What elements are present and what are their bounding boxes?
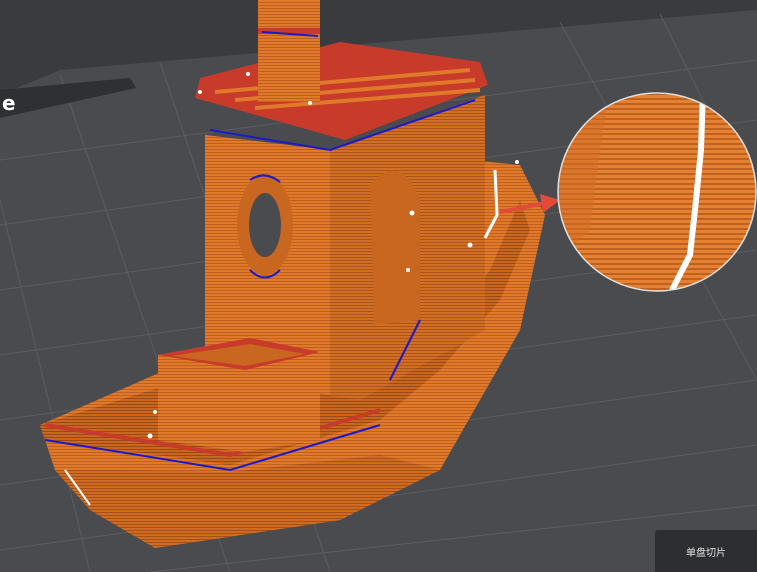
slice-plate-button[interactable]: 单盘切片	[655, 530, 757, 572]
svg-text:e: e	[2, 91, 16, 115]
3d-viewport[interactable]: e	[0, 0, 757, 572]
